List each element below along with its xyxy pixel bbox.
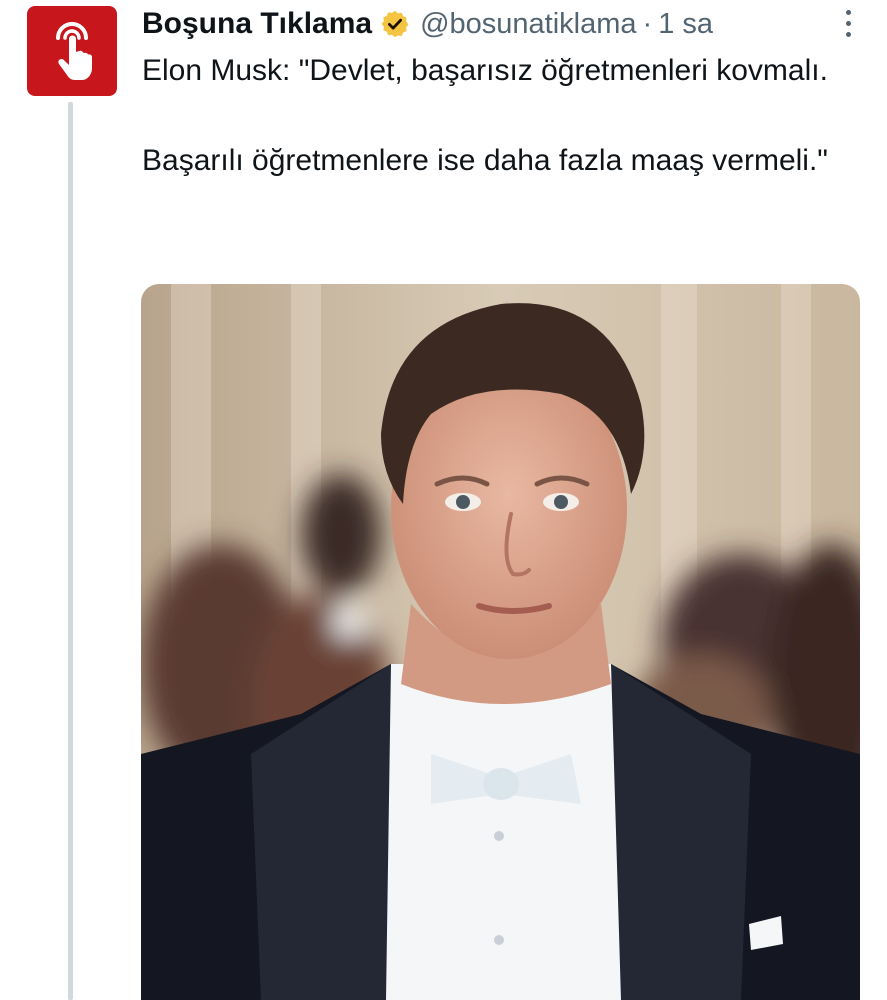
tweet-header: Boşuna Tıklama @bosunatiklama · 1 sa <box>142 4 857 44</box>
tweet-timestamp[interactable]: 1 sa <box>658 8 713 41</box>
tap-hand-icon <box>56 22 92 80</box>
author-handle[interactable]: @bosunatiklama <box>420 8 636 41</box>
tweet-text: Elon Musk: "Devlet, başarısız öğretmenle… <box>142 48 842 183</box>
verified-badge-icon <box>381 10 409 38</box>
avatar[interactable] <box>27 6 117 96</box>
tweet-text-line: Başarılı öğretmenlere ise daha fazla maa… <box>142 144 828 177</box>
thread-line <box>68 102 73 1000</box>
more-vertical-icon[interactable] <box>846 10 851 37</box>
separator-dot: · <box>642 7 653 40</box>
author-name[interactable]: Boşuna Tıklama <box>142 7 372 41</box>
tweet-media-photo[interactable] <box>141 284 860 1000</box>
tweet-text-line: Elon Musk: "Devlet, başarısız öğretmenle… <box>142 54 828 87</box>
man-in-tuxedo-photo <box>141 284 860 1000</box>
